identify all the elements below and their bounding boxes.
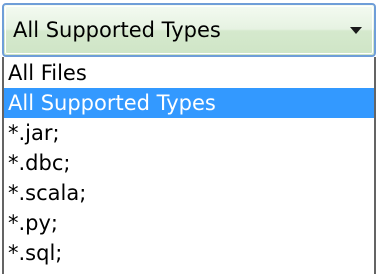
option-py[interactable]: *.py;: [4, 208, 374, 238]
chevron-down-icon[interactable]: [350, 27, 362, 34]
combobox-selected-value: All Supported Types: [13, 18, 221, 42]
option-all-supported-types[interactable]: All Supported Types: [4, 88, 374, 118]
file-type-dropdown-list: All Files All Supported Types *.jar; *.d…: [2, 57, 376, 274]
option-scala[interactable]: *.scala;: [4, 178, 374, 208]
file-type-selector: All Supported Types All Files All Suppor…: [0, 0, 379, 274]
file-type-combobox[interactable]: All Supported Types: [2, 3, 376, 57]
option-jar[interactable]: *.jar;: [4, 118, 374, 148]
option-dbc[interactable]: *.dbc;: [4, 148, 374, 178]
option-sql[interactable]: *.sql;: [4, 238, 374, 268]
option-all-files[interactable]: All Files: [4, 58, 374, 88]
